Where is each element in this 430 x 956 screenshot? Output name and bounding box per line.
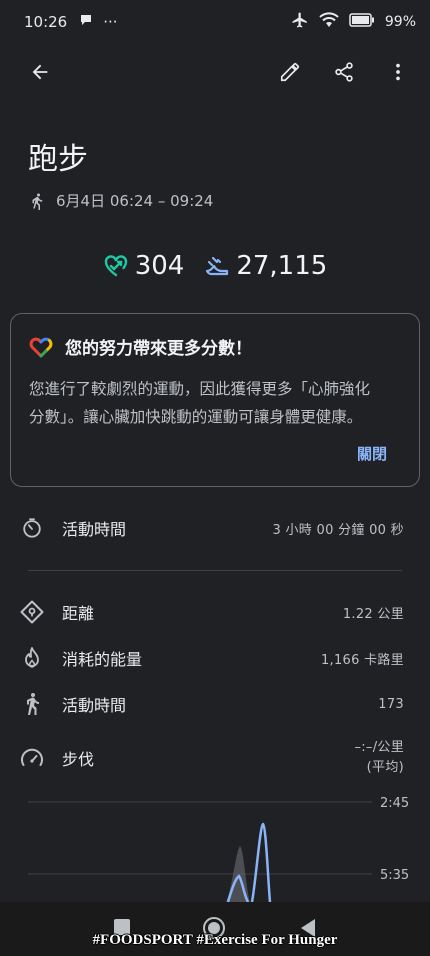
- stat-row-energy: 消耗的能量 1,166 卡路里: [0, 646, 430, 670]
- cardio-points-card: 您的努力帶來更多分數！ 您進行了較劇烈的運動，因此獲得更多「心肺強化 分數」。讓…: [10, 313, 420, 487]
- flame-icon: [20, 646, 44, 670]
- activity-datetime-row: 6月4日 06:24 – 09:24: [28, 190, 213, 211]
- pace-average-label: (平均): [366, 760, 404, 775]
- card-body-line: 分數」。讓心臟加快跳動的運動可讓身體更健康。: [29, 408, 363, 426]
- pace-value: –:–/公里: [354, 740, 404, 755]
- airplane-mode-icon: [291, 11, 309, 33]
- share-icon: [335, 62, 353, 82]
- stat-label: 距離: [62, 604, 95, 623]
- google-fit-logo-icon: [29, 337, 53, 357]
- activity-title: 跑步: [28, 142, 88, 177]
- battery-percentage: 99%: [384, 14, 416, 30]
- back-button[interactable]: [20, 52, 60, 92]
- stat-row-pace: 步伐 –:–/公里 (平均): [0, 738, 430, 778]
- stat-label: 活動時間: [62, 520, 127, 539]
- heart-points-icon: [104, 255, 127, 277]
- pace-chart: 2:45 5:35: [28, 796, 409, 902]
- series-line: [250, 822, 272, 902]
- metrics-summary: 304 27,115: [0, 246, 430, 286]
- location-icon: [20, 600, 44, 624]
- steps-metric: 27,115: [204, 251, 327, 281]
- card-title: 您的努力帶來更多分數！: [65, 339, 252, 359]
- stat-value: 3 小時 00 分鐘 00 秒: [272, 522, 404, 538]
- card-body-line: 您進行了較劇烈的運動，因此獲得更多「心肺強化: [29, 380, 371, 398]
- timer-icon: [20, 516, 44, 540]
- stat-row-distance: 距離 1.22 公里: [0, 600, 430, 624]
- stat-value: –:–/公里 (平均): [354, 738, 404, 778]
- pencil-icon: [280, 62, 300, 82]
- wifi-icon: [319, 12, 339, 32]
- tick-label: 5:35: [380, 868, 409, 883]
- stat-row-active-time: 活動時間 3 小時 00 分鐘 00 秒: [0, 516, 430, 540]
- running-icon: [32, 193, 43, 210]
- chat-notification-icon: [79, 13, 93, 31]
- more-notifications-indicator: ···: [103, 13, 118, 31]
- more-options-button[interactable]: [378, 52, 418, 92]
- status-time: 10:26: [24, 13, 68, 31]
- watermark-caption: #FOODSPORT #Exercise For Hunger: [92, 932, 338, 948]
- stat-label: 步伐: [62, 750, 95, 769]
- app-bar: [0, 44, 430, 100]
- steps-icon: [206, 256, 229, 276]
- stat-label: 活動時間: [62, 696, 127, 715]
- status-bar: 10:26 ··· 99%: [0, 0, 430, 44]
- heart-points-metric: 304: [103, 251, 185, 281]
- walking-icon: [20, 692, 44, 716]
- battery-icon: [349, 13, 375, 31]
- card-body: 您進行了較劇烈的運動，因此獲得更多「心肺強化 分數」。讓心臟加快跳動的運動可讓身…: [29, 375, 401, 431]
- arrow-back-icon: [32, 64, 48, 80]
- steps-value: 27,115: [236, 251, 328, 281]
- divider: [28, 570, 402, 571]
- share-button[interactable]: [324, 52, 364, 92]
- activity-datetime: 6月4日 06:24 – 09:24: [56, 192, 214, 210]
- stat-value: 173: [378, 696, 404, 712]
- more-vert-icon: [396, 63, 400, 81]
- dismiss-button[interactable]: 關閉: [357, 443, 387, 464]
- heart-points-value: 304: [134, 251, 185, 281]
- edit-button[interactable]: [270, 52, 310, 92]
- stat-value: 1,166 卡路里: [320, 652, 404, 668]
- tick-label: 2:45: [380, 796, 409, 811]
- speedometer-icon: [20, 746, 44, 770]
- stat-label: 消耗的能量: [62, 650, 143, 669]
- stat-row-steps-time: 活動時間 173: [0, 692, 430, 716]
- stat-value: 1.22 公里: [342, 606, 404, 622]
